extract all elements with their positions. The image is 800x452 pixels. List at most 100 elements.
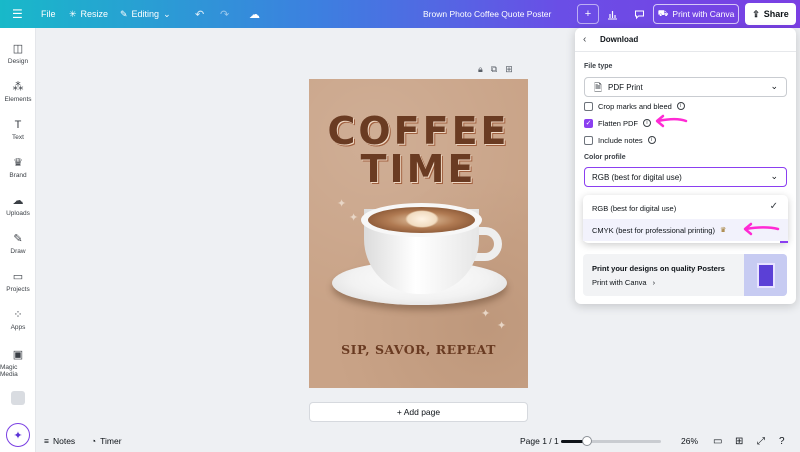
magic-assistant-button[interactable]: ✦ <box>6 423 30 447</box>
sidebar-item-label: Brand <box>9 171 27 179</box>
document-title[interactable]: Brown Photo Coffee Quote Poster <box>423 0 551 28</box>
sidebar-item-brand[interactable]: ♛ Brand <box>0 150 36 186</box>
flatten-pdf-checkbox[interactable]: ✓ <box>584 118 593 128</box>
resize-icon: ✳ <box>69 8 77 19</box>
chevron-down-icon: ⌄ <box>163 8 171 19</box>
comments-button[interactable] <box>628 4 650 24</box>
share-label: Share <box>763 9 789 19</box>
poster-tagline[interactable]: SIP, SAVOR, REPEAT <box>309 342 528 357</box>
notes-icon: ≡ <box>44 436 49 446</box>
crop-marks-checkbox[interactable] <box>584 101 593 111</box>
back-arrow-icon[interactable]: ‹ <box>583 34 586 45</box>
info-icon[interactable]: i <box>647 136 656 144</box>
add-collaborator-button[interactable]: + <box>577 4 599 24</box>
sidebar-item-design[interactable]: ◫ Design <box>0 36 36 72</box>
poster-title-line2[interactable]: TIME <box>309 147 528 191</box>
undo-icon[interactable]: ↶ <box>195 0 204 28</box>
flatten-pdf-option[interactable]: ✓ Flatten PDF i <box>584 117 652 129</box>
lock-icon[interactable]: 🔒︎ <box>478 64 483 75</box>
dropdown-option-rgb[interactable]: RGB (best for digital use) ✓ <box>583 197 788 219</box>
crop-marks-label: Crop marks and bleed <box>598 101 672 111</box>
annotation-arrow-icon <box>743 222 780 236</box>
crop-marks-option[interactable]: Crop marks and bleed i <box>584 100 685 112</box>
timer-button[interactable]: ◔ Timer <box>91 430 122 452</box>
resize-label: Resize <box>80 9 109 19</box>
zoom-slider-knob[interactable] <box>582 436 592 446</box>
comment-icon <box>634 10 644 19</box>
poster-page[interactable]: COFFEE TIME ✦ ✦ ✦ ✦ SIP, SAVOR, REPEAT <box>309 79 528 388</box>
annotation-arrow-icon <box>655 114 688 128</box>
add-page-button[interactable]: + Add page <box>309 402 528 422</box>
file-type-select[interactable]: 🗎 PDF Print ⌄ <box>584 77 787 97</box>
chevron-down-icon: ⌄ <box>770 171 778 181</box>
sidebar-item-draw[interactable]: ✎ Draw <box>0 226 36 262</box>
timer-icon: ◔ <box>91 436 97 446</box>
dropdown-option-label: CMYK (best for professional printing) <box>592 225 715 235</box>
elements-icon: ⁂ <box>12 80 24 93</box>
sparkle-icon: ✦ <box>13 429 23 442</box>
download-panel-header: ‹ Download <box>575 28 796 52</box>
projects-icon: ▭ <box>12 270 24 283</box>
sidebar-item-projects[interactable]: ▭ Projects <box>0 264 36 300</box>
info-icon[interactable]: i <box>676 102 685 110</box>
sidebar-app-tile[interactable] <box>0 380 36 416</box>
sparkle-icon: ✦ <box>481 308 491 320</box>
download-panel-title: Download <box>600 35 639 44</box>
sidebar-item-uploads[interactable]: ☁ Uploads <box>0 188 36 224</box>
promo-link[interactable]: Print with Canva › <box>592 278 655 287</box>
flatten-pdf-label: Flatten PDF <box>598 118 639 128</box>
zoom-level[interactable]: 26% <box>681 430 698 452</box>
page-toolbar: 🔒︎ ⧉ ⊞ <box>478 64 513 75</box>
plus-icon: + <box>584 8 592 20</box>
sidebar-item-label: Apps <box>10 323 26 331</box>
sparkle-icon: ✦ <box>349 212 359 224</box>
file-menu[interactable]: File <box>41 0 56 28</box>
pages-view-icon[interactable]: ▭ <box>713 430 722 452</box>
app-tile-icon <box>11 391 25 405</box>
share-button[interactable]: ⇪ Share <box>745 3 796 25</box>
document-icon: 🗎 <box>594 83 603 94</box>
grid-view-icon[interactable]: ⊞ <box>735 430 743 452</box>
draw-icon: ✎ <box>13 232 23 245</box>
zoom-slider[interactable] <box>561 436 661 446</box>
dropdown-option-label: RGB (best for digital use) <box>592 203 677 213</box>
design-icon: ◫ <box>12 42 24 55</box>
add-page-icon[interactable]: ⊞ <box>505 64 513 75</box>
bar-chart-icon <box>607 10 617 19</box>
page-indicator[interactable]: Page 1 / 1 <box>520 430 559 452</box>
duplicate-page-icon[interactable]: ⧉ <box>491 64 497 75</box>
sidebar-item-elements[interactable]: ⁂ Elements <box>0 74 36 110</box>
print-label: Print with Canva <box>672 9 735 19</box>
timer-label: Timer <box>100 436 122 446</box>
sidebar-item-label: Elements <box>4 95 32 103</box>
sidebar-item-magic-media[interactable]: ▣ Magic Media <box>0 346 36 382</box>
print-with-canva-button[interactable]: ⛟ Print with Canva <box>653 4 739 24</box>
sidebar-item-label: Projects <box>6 285 30 293</box>
notes-button[interactable]: ≡ Notes <box>44 430 75 452</box>
promo-title: Print your designs on quality Posters <box>592 264 725 273</box>
include-notes-option[interactable]: Include notes i <box>584 134 656 146</box>
editing-mode-button[interactable]: ✎ Editing ⌄ <box>120 0 171 28</box>
cloud-save-icon[interactable]: ☁ <box>249 0 260 28</box>
sidebar-item-text[interactable]: T Text <box>0 112 36 148</box>
pencil-icon: ✎ <box>120 8 128 19</box>
poster-thumbnail <box>744 254 787 296</box>
sidebar-item-label: Text <box>12 133 24 141</box>
sparkle-icon: ✦ <box>337 198 347 210</box>
sidebar-item-apps[interactable]: ⁘ Apps <box>0 302 36 338</box>
resize-button[interactable]: ✳ Resize <box>69 0 108 28</box>
sparkle-icon: ✦ <box>497 320 507 332</box>
check-icon: ✓ <box>769 201 778 212</box>
redo-icon[interactable]: ↷ <box>220 0 229 28</box>
include-notes-checkbox[interactable] <box>584 135 593 145</box>
insights-button[interactable] <box>601 4 623 24</box>
info-icon[interactable]: i <box>643 119 652 127</box>
top-bar: ☰ File ✳ Resize ✎ Editing ⌄ ↶ ↷ ☁ Brown … <box>0 0 800 28</box>
brand-icon: ♛ <box>13 156 23 169</box>
print-promo-card[interactable]: Print your designs on quality Posters Pr… <box>583 254 787 296</box>
color-profile-select[interactable]: RGB (best for digital use) ⌄ <box>584 167 787 187</box>
fullscreen-icon[interactable]: ⤢ <box>757 430 765 452</box>
hamburger-icon[interactable]: ☰ <box>12 0 23 28</box>
help-icon[interactable]: ? <box>779 430 785 452</box>
poster-preview <box>756 262 775 288</box>
